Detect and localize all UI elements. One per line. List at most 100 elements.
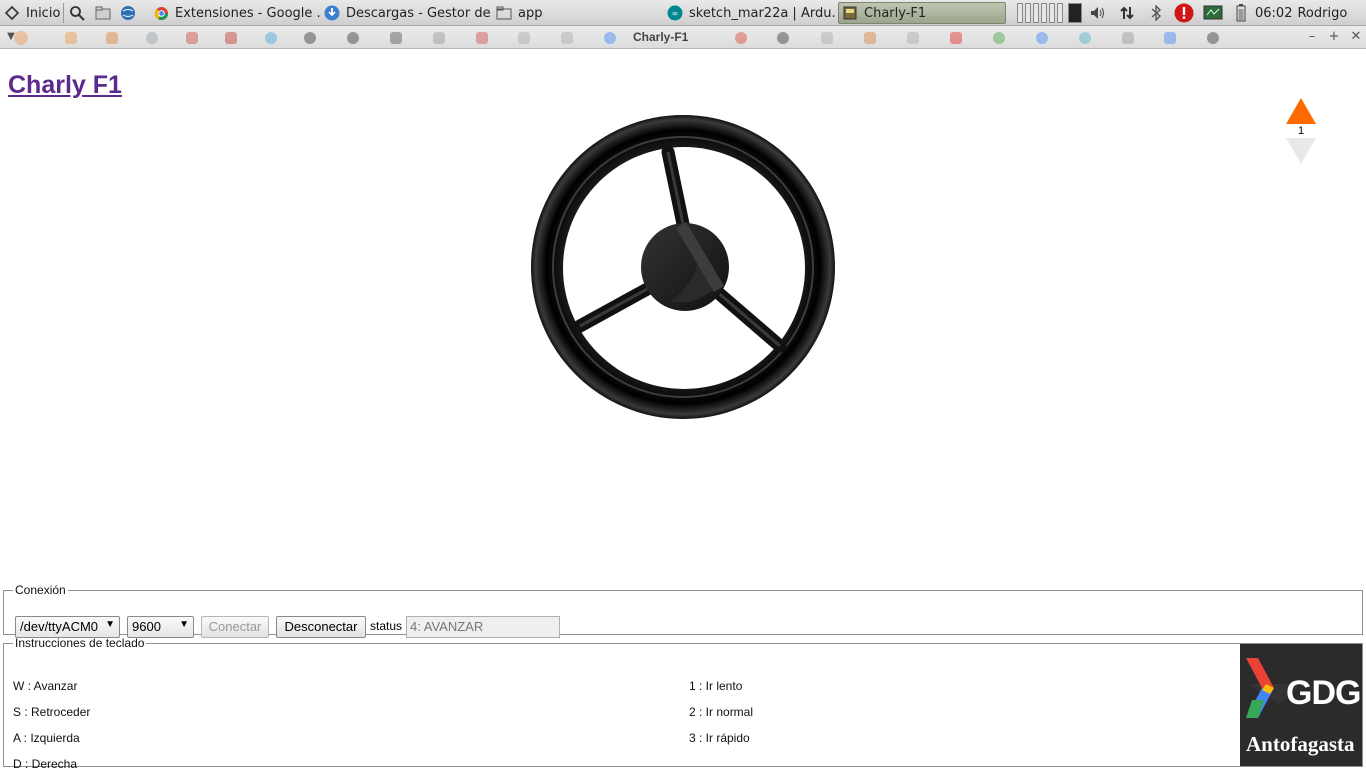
baud-rate-select[interactable]: 9600 ▼: [127, 616, 194, 638]
folder-icon: [95, 5, 111, 21]
tab-favicon-icon[interactable]: [146, 32, 158, 44]
instruction-item: 1 : Ir lento: [689, 679, 743, 693]
close-icon[interactable]: ✕: [1349, 29, 1363, 45]
memory-meter: [1068, 3, 1082, 23]
app-window-icon: [842, 5, 858, 21]
tab-favicon-icon[interactable]: [390, 32, 402, 44]
tab-favicon-icon[interactable]: [476, 32, 488, 44]
youtube-icon[interactable]: [950, 32, 962, 44]
connection-panel: Conexión /dev/ttyACM0 ▼ 9600 ▼ Conectar …: [3, 583, 1363, 638]
task-descargas[interactable]: Descargas - Gestor de...: [324, 0, 490, 26]
browser-launcher[interactable]: [120, 0, 142, 26]
gdg-text: GDG: [1286, 674, 1361, 712]
search-launcher[interactable]: [69, 0, 91, 26]
github-icon[interactable]: [347, 32, 359, 44]
clock[interactable]: 06:02 Rodrigo: [1255, 0, 1347, 26]
baud-rate-value: 9600: [132, 619, 161, 634]
disconnect-button[interactable]: Desconectar: [276, 616, 366, 638]
cpu-meter: [1033, 3, 1039, 23]
svg-text:∞: ∞: [672, 9, 679, 18]
tab-favicon-icon[interactable]: [1122, 32, 1134, 44]
status-label: status: [370, 619, 403, 633]
alert-icon[interactable]: [1174, 3, 1194, 23]
keyboard-instructions-panel: Instrucciones de teclado W : Avanzar S :…: [3, 636, 1363, 771]
status-field[interactable]: 4: AVANZAR: [406, 616, 560, 638]
maximize-icon[interactable]: +: [1327, 29, 1341, 45]
speed-down-arrow-icon[interactable]: [1286, 138, 1316, 164]
github-icon[interactable]: [777, 32, 789, 44]
bluetooth-icon[interactable]: [1146, 3, 1166, 23]
task-label: Descargas - Gestor de...: [346, 5, 490, 21]
tab-favicon-icon[interactable]: [433, 32, 445, 44]
volume-icon[interactable]: [1088, 3, 1108, 23]
tab-favicon-icon[interactable]: [518, 32, 530, 44]
tab-favicon-icon[interactable]: [65, 32, 77, 44]
start-menu-button[interactable]: Inicio: [4, 0, 60, 26]
clock-time: 06:02: [1255, 5, 1293, 21]
task-charly-f1[interactable]: Charly-F1: [838, 2, 1006, 24]
username: Rodrigo: [1297, 5, 1348, 21]
taskbar-separator: [63, 3, 64, 23]
serial-port-value: /dev/ttyACM0: [20, 619, 99, 634]
task-label: Charly-F1: [864, 5, 927, 21]
display-icon[interactable]: [1203, 3, 1223, 23]
task-arduino[interactable]: ∞ sketch_mar22a | Ardu...: [667, 0, 835, 26]
instruction-item: S : Retroceder: [13, 705, 91, 719]
maps-icon[interactable]: [993, 32, 1005, 44]
cpu-meter: [1057, 3, 1063, 23]
steering-wheel[interactable]: [530, 114, 836, 420]
tab-favicon-icon[interactable]: [186, 32, 198, 44]
chrome-icon[interactable]: [604, 32, 616, 44]
battery-icon[interactable]: [1231, 3, 1251, 23]
tab-favicon-icon[interactable]: [106, 32, 118, 44]
folder-icon: [496, 5, 512, 21]
chrome-icon[interactable]: [735, 32, 747, 44]
github-icon[interactable]: [1207, 32, 1219, 44]
instruction-item: W : Avanzar: [13, 679, 78, 693]
cpu-meter: [1025, 3, 1031, 23]
tab-favicon-icon[interactable]: [561, 32, 573, 44]
arduino-icon: ∞: [667, 5, 683, 21]
page-title-link[interactable]: Charly F1: [8, 71, 122, 100]
network-icon[interactable]: [1117, 3, 1137, 23]
dropdown-caret-icon: ▼: [179, 619, 189, 630]
cpu-meter: [1017, 3, 1023, 23]
task-label: Extensiones - Google ...: [175, 5, 320, 21]
instructions-legend: Instrucciones de teclado: [15, 636, 145, 650]
file-manager-launcher[interactable]: [95, 0, 117, 26]
speed-control: 1: [1284, 98, 1318, 166]
serial-port-select[interactable]: /dev/ttyACM0 ▼: [15, 616, 120, 638]
gdg-city-text: Antofagasta: [1246, 732, 1355, 756]
chrome-icon: [153, 5, 169, 21]
start-icon: [4, 5, 20, 21]
gdg-antofagasta-logo: GDG Antofagasta: [1240, 644, 1362, 766]
task-app-folder[interactable]: app: [496, 0, 556, 26]
dropdown-caret-icon: ▼: [105, 619, 115, 630]
task-extensiones[interactable]: Extensiones - Google ...: [153, 0, 320, 26]
task-label: app: [518, 5, 543, 21]
profile-avatar-icon[interactable]: [14, 31, 28, 45]
instruction-item: 2 : Ir normal: [689, 705, 754, 719]
instruction-item: 3 : Ir rápido: [689, 731, 750, 745]
tab-favicon-icon[interactable]: [225, 32, 237, 44]
globe-icon: [120, 5, 136, 21]
connect-button[interactable]: Conectar: [201, 616, 269, 638]
search-icon: [69, 5, 85, 21]
chrome-icon[interactable]: [1036, 32, 1048, 44]
github-icon[interactable]: [304, 32, 316, 44]
connection-legend: Conexión: [15, 583, 66, 597]
tab-favicon-icon[interactable]: [907, 32, 919, 44]
os-taskbar: Inicio Extensiones - Google ... Descarga…: [0, 0, 1366, 26]
minimize-icon[interactable]: –: [1305, 29, 1319, 45]
tab-favicon-icon[interactable]: [821, 32, 833, 44]
browser-window-title: Charly-F1: [633, 30, 689, 44]
browser-tab-strip: ▼ Charly-F1 – + ✕: [0, 26, 1366, 49]
instruction-item: D : Derecha: [13, 757, 78, 771]
tab-favicon-icon[interactable]: [1079, 32, 1091, 44]
tab-favicon-icon[interactable]: [265, 32, 277, 44]
tab-favicon-icon[interactable]: [864, 32, 876, 44]
google-icon[interactable]: [1164, 32, 1176, 44]
speed-up-arrow-icon[interactable]: [1286, 98, 1316, 124]
start-label: Inicio: [26, 5, 61, 21]
download-icon: [324, 5, 340, 21]
